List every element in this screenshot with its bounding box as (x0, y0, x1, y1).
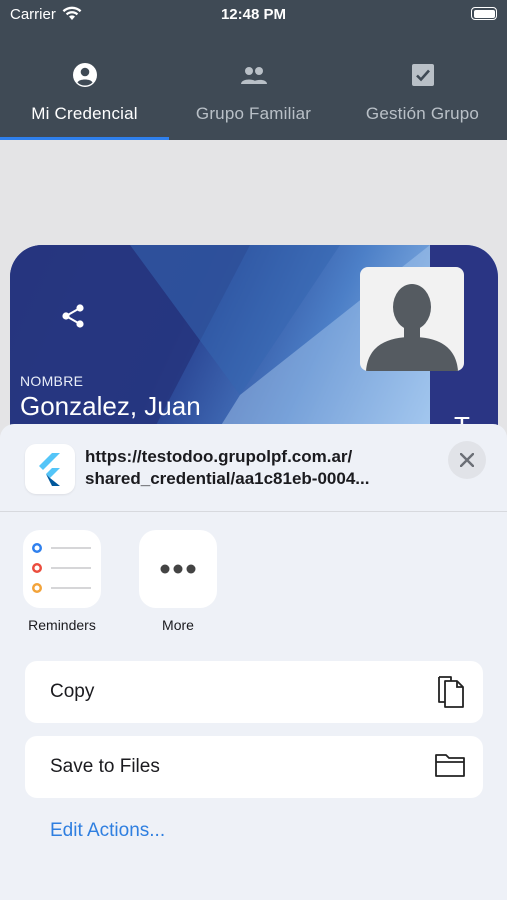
checkbox-icon (411, 58, 435, 92)
share-sheet-header: https://testodoo.grupolpf.com.ar/ shared… (0, 424, 507, 512)
copy-icon (436, 675, 466, 714)
tab-label: Gestión Grupo (365, 104, 480, 123)
tab-label: Grupo Familiar (195, 104, 312, 123)
tab-mi-credencial[interactable]: Mi Credencial (0, 58, 169, 140)
save-to-files-label: Save to Files (50, 756, 160, 777)
name-label: NOMBRE (20, 373, 84, 389)
tab-gestion-grupo[interactable]: Gestión Grupo (338, 58, 507, 140)
app-bar: Carrier 12:48 PM Mi Credencial Grupo Fam… (0, 0, 507, 140)
tab-label: Mi Credencial (31, 104, 138, 123)
folder-icon (434, 750, 466, 785)
name-value: Gonzalez, Juan (20, 391, 201, 421)
reminders-app[interactable]: Reminders (22, 530, 102, 633)
status-time: 12:48 PM (220, 6, 287, 23)
more-app[interactable]: More (138, 530, 218, 633)
flutter-icon (25, 444, 75, 494)
copy-label: Copy (50, 681, 95, 702)
close-icon (460, 453, 474, 467)
tab-grupo-familiar[interactable]: Grupo Familiar (169, 58, 338, 140)
more-icon (139, 530, 217, 608)
status-bar: Carrier 12:48 PM (0, 0, 507, 30)
shared-url-line1: https://testodoo.grupolpf.com.ar/ (85, 447, 353, 466)
share-app-row: Reminders More (0, 530, 507, 640)
shared-url-line2: shared_credential/aa1c81eb-0004... (85, 469, 370, 488)
save-to-files-action[interactable]: Save to Files (25, 736, 483, 798)
close-button[interactable] (448, 441, 486, 479)
edit-actions-link[interactable]: Edit Actions... (50, 820, 165, 842)
reminders-label: Reminders (28, 617, 96, 633)
tab-bar: Mi Credencial Grupo Familiar Gestión Gru… (0, 58, 507, 140)
share-icon[interactable] (60, 303, 86, 334)
copy-action[interactable]: Copy (25, 661, 483, 723)
person-circle-icon (72, 58, 98, 92)
reminders-icon (23, 530, 101, 608)
share-sheet: https://testodoo.grupolpf.com.ar/ shared… (0, 424, 507, 900)
group-icon (239, 58, 269, 92)
person-silhouette-icon (360, 267, 464, 371)
shared-url: https://testodoo.grupolpf.com.ar/ shared… (85, 446, 430, 490)
battery-icon (471, 7, 497, 20)
more-label: More (162, 617, 194, 633)
